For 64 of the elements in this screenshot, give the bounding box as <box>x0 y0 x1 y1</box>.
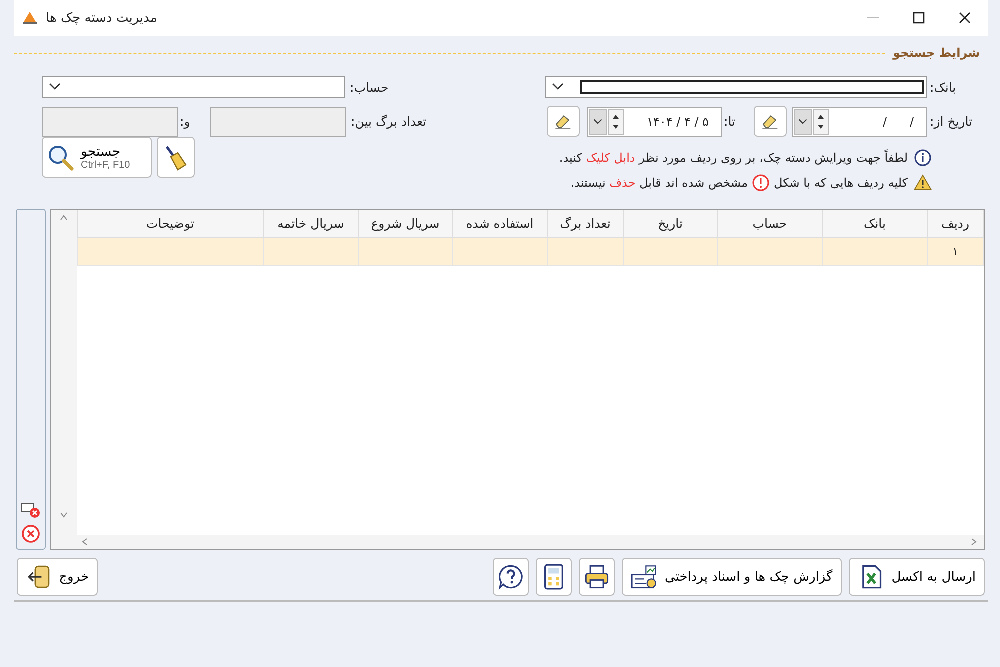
report-icon <box>630 564 657 590</box>
column-header[interactable]: توضیحات <box>78 210 264 238</box>
column-header[interactable]: حساب <box>718 210 822 238</box>
dropdown-button[interactable] <box>589 108 607 134</box>
window-title: مدیریت دسته چک ها <box>46 10 158 26</box>
caret-icon <box>49 83 61 91</box>
field-label: تاریخ از: <box>930 114 974 129</box>
number-field[interactable] <box>210 106 346 136</box>
exit-icon <box>26 564 52 590</box>
clear-button[interactable] <box>157 137 195 178</box>
calculator-button[interactable] <box>536 558 572 596</box>
app-icon <box>22 11 38 25</box>
date-field[interactable]: / / <box>792 106 927 136</box>
exit-button[interactable]: خروج <box>17 558 98 596</box>
field-label: حساب: <box>350 80 390 94</box>
spinner[interactable] <box>608 108 624 134</box>
date-value: ۱۴۰۴ / ۴ / ۵ <box>646 114 710 128</box>
field-label: تعداد برگ بین: <box>351 114 428 129</box>
scroll-up-icon[interactable] <box>60 214 68 222</box>
number-field[interactable] <box>42 106 178 136</box>
help-button[interactable] <box>492 558 529 596</box>
table-cell: ۱ <box>928 238 984 266</box>
dropdown-button[interactable] <box>794 108 812 134</box>
bank-dropdown[interactable] <box>545 76 927 98</box>
column-header[interactable]: بانک <box>822 210 928 238</box>
warning-icon <box>914 174 932 192</box>
note-text: لطفاً جهت ویرایش دسته چک، بر روی ردیف مورد نظر دابل کلیک کنید. <box>559 150 908 164</box>
section-title: شرایط جستجو <box>893 46 980 60</box>
column-header[interactable]: ردیف <box>928 210 984 238</box>
delete-icon[interactable] <box>21 525 41 543</box>
printer-icon <box>584 564 610 590</box>
scroll-left-icon[interactable] <box>81 538 89 546</box>
help-icon <box>498 564 524 590</box>
scroll-right-icon[interactable] <box>970 538 978 546</box>
report-button[interactable]: گزارش چک ها و اسناد پرداختی <box>622 558 842 596</box>
note-text: کلیه ردیف هایی که با شکل <box>774 176 908 190</box>
vertical-scrollbar[interactable] <box>51 210 77 535</box>
date-field[interactable]: ۱۴۰۴ / ۴ / ۵ <box>587 106 722 136</box>
horizontal-scrollbar[interactable] <box>51 535 984 549</box>
column-header[interactable]: سریال خاتمه <box>264 210 358 238</box>
date-value: / / <box>882 114 915 128</box>
table-row[interactable]: ۱ <box>78 238 984 266</box>
alert-icon <box>752 174 770 192</box>
column-header[interactable]: تعداد برگ <box>548 210 624 238</box>
field-label: بانک: <box>930 80 958 94</box>
excel-button[interactable]: ارسال به اکسل <box>848 558 985 596</box>
column-header[interactable]: تاریخ <box>624 210 718 238</box>
scroll-down-icon[interactable] <box>60 511 68 519</box>
search-icon <box>47 144 75 172</box>
account-dropdown[interactable] <box>42 76 345 98</box>
field-label: تا: <box>724 114 736 129</box>
field-label: و: <box>180 114 192 129</box>
print-button[interactable] <box>578 558 615 596</box>
caret-icon <box>593 118 603 124</box>
caret-icon <box>798 118 808 124</box>
info-icon <box>914 148 932 166</box>
eraser-button[interactable] <box>754 106 787 137</box>
spinner[interactable] <box>813 108 829 134</box>
caret-icon <box>552 83 564 91</box>
column-header[interactable]: سریال شروع <box>358 210 452 238</box>
column-header[interactable]: استفاده شده <box>452 210 548 238</box>
delete-row-icon[interactable] <box>21 501 41 519</box>
eraser-button[interactable] <box>547 106 580 137</box>
note-text: مشخص شده اند قابل حذف نیستند. <box>570 176 748 190</box>
